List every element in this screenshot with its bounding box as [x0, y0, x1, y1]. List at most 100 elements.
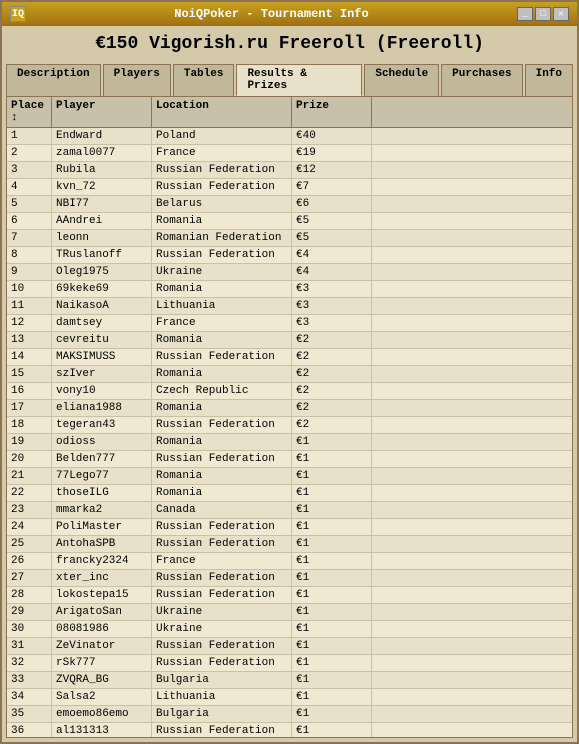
prize-cell: €2	[292, 366, 372, 382]
minimize-button[interactable]: _	[517, 7, 533, 21]
table-row: 16vony10Czech Republic€2	[7, 383, 572, 400]
tab-tables[interactable]: Tables	[173, 64, 235, 96]
place-cell: 33	[7, 672, 52, 688]
player-cell: thoseILG	[52, 485, 152, 501]
location-cell: Russian Federation	[152, 179, 292, 195]
table-row: 3008081986Ukraine€1	[7, 621, 572, 638]
location-cell: Romania	[152, 213, 292, 229]
player-cell: cevreitu	[52, 332, 152, 348]
place-cell: 21	[7, 468, 52, 484]
prize-cell: €1	[292, 485, 372, 501]
place-cell: 29	[7, 604, 52, 620]
player-cell: eliana1988	[52, 400, 152, 416]
place-cell: 9	[7, 264, 52, 280]
player-cell: francky2324	[52, 553, 152, 569]
table-row: 1EndwardPoland€40	[7, 128, 572, 145]
prize-cell: €2	[292, 349, 372, 365]
player-cell: NBI77	[52, 196, 152, 212]
table-row: 9Oleg1975Ukraine€4	[7, 264, 572, 281]
place-cell: 15	[7, 366, 52, 382]
tab-info[interactable]: Info	[525, 64, 573, 96]
place-cell: 3	[7, 162, 52, 178]
table-body[interactable]: 1EndwardPoland€402zamal0077France€193Rub…	[7, 128, 572, 737]
place-cell: 25	[7, 536, 52, 552]
player-cell: xter_inc	[52, 570, 152, 586]
player-cell: lokostepa15	[52, 587, 152, 603]
prize-cell: €1	[292, 604, 372, 620]
prize-cell: €1	[292, 468, 372, 484]
table-row: 15szIverRomania€2	[7, 366, 572, 383]
table-row: 6AAndreiRomania€5	[7, 213, 572, 230]
player-cell: ArigatoSan	[52, 604, 152, 620]
location-cell: Russian Federation	[152, 247, 292, 263]
tab-players[interactable]: Players	[103, 64, 171, 96]
prize-cell: €1	[292, 706, 372, 722]
location-cell: Czech Republic	[152, 383, 292, 399]
player-cell: AntohaSPB	[52, 536, 152, 552]
table-row: 3RubilaRussian Federation€12	[7, 162, 572, 179]
place-cell: 32	[7, 655, 52, 671]
location-cell: Lithuania	[152, 689, 292, 705]
place-cell: 1	[7, 128, 52, 144]
table-row: 2177Lego77Romania€1	[7, 468, 572, 485]
location-cell: Ukraine	[152, 264, 292, 280]
place-cell: 22	[7, 485, 52, 501]
place-cell: 19	[7, 434, 52, 450]
location-cell: Russian Federation	[152, 451, 292, 467]
title-bar: IQ NoiQPoker - Tournament Info _ □ ✕	[2, 2, 577, 26]
table-row: 32rSk777Russian Federation€1	[7, 655, 572, 672]
prize-cell: €4	[292, 264, 372, 280]
location-cell: Russian Federation	[152, 570, 292, 586]
prize-cell: €1	[292, 723, 372, 737]
player-cell: Rubila	[52, 162, 152, 178]
prize-cell: €5	[292, 230, 372, 246]
location-cell: Ukraine	[152, 621, 292, 637]
table-row: 23mmarka2Canada€1	[7, 502, 572, 519]
place-cell: 2	[7, 145, 52, 161]
table-row: 28lokostepa15Russian Federation€1	[7, 587, 572, 604]
location-cell: Russian Federation	[152, 638, 292, 654]
close-button[interactable]: ✕	[553, 7, 569, 21]
table-row: 25AntohaSPBRussian Federation€1	[7, 536, 572, 553]
location-cell: Ukraine	[152, 604, 292, 620]
tab-schedule[interactable]: Schedule	[364, 64, 439, 96]
player-cell: 69keke69	[52, 281, 152, 297]
prize-cell: €1	[292, 672, 372, 688]
prize-cell: €1	[292, 587, 372, 603]
place-cell: 7	[7, 230, 52, 246]
player-cell: vony10	[52, 383, 152, 399]
main-window: IQ NoiQPoker - Tournament Info _ □ ✕ €1 5…	[0, 0, 579, 744]
prize-cell: €2	[292, 417, 372, 433]
place-cell: 11	[7, 298, 52, 314]
prize-cell: €12	[292, 162, 372, 178]
table-row: 5NBI77Belarus€6	[7, 196, 572, 213]
location-cell: Romania	[152, 434, 292, 450]
place-cell: 6	[7, 213, 52, 229]
table-row: 18tegeran43Russian Federation€2	[7, 417, 572, 434]
prize-cell: €3	[292, 298, 372, 314]
player-cell: rSk777	[52, 655, 152, 671]
table-row: 14MAKSIMUSSRussian Federation€2	[7, 349, 572, 366]
table-row: 22thoseILGRomania€1	[7, 485, 572, 502]
tab-bar: DescriptionPlayersTablesResults & Prizes…	[2, 62, 577, 96]
prize-cell: €40	[292, 128, 372, 144]
tab-description[interactable]: Description	[6, 64, 101, 96]
location-cell: Russian Federation	[152, 723, 292, 737]
table-row: 26francky2324France€1	[7, 553, 572, 570]
prize-cell: €3	[292, 281, 372, 297]
location-cell: Bulgaria	[152, 672, 292, 688]
prize-cell: €3	[292, 315, 372, 331]
maximize-button[interactable]: □	[535, 7, 551, 21]
player-cell: ZeVinator	[52, 638, 152, 654]
table-row: 8TRuslanoffRussian Federation€4	[7, 247, 572, 264]
location-cell: Bulgaria	[152, 706, 292, 722]
table-row: 33ZVQRA_BGBulgaria€1	[7, 672, 572, 689]
place-cell: 18	[7, 417, 52, 433]
player-cell: emoemo86emo	[52, 706, 152, 722]
prize-cell: €4	[292, 247, 372, 263]
tab-results---prizes[interactable]: Results & Prizes	[236, 64, 362, 96]
table-row: 24PoliMasterRussian Federation€1	[7, 519, 572, 536]
prize-cell: €1	[292, 689, 372, 705]
tab-purchases[interactable]: Purchases	[441, 64, 522, 96]
location-cell: Belarus	[152, 196, 292, 212]
